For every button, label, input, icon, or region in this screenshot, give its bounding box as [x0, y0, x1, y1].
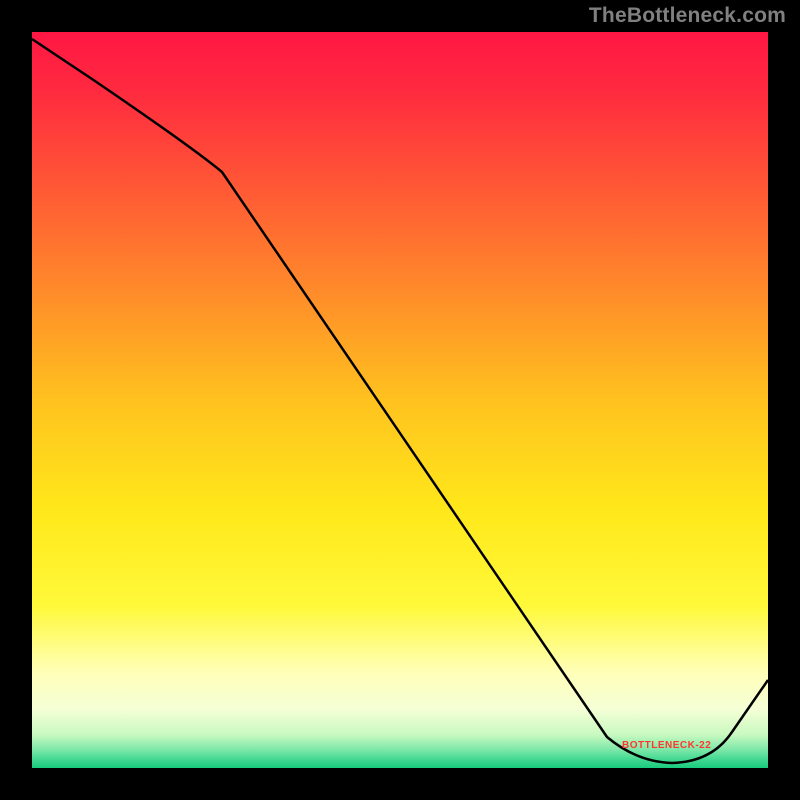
plot-area: BOTTLENECK-22 — [32, 32, 768, 768]
watermark-annotation: BOTTLENECK-22 — [622, 740, 711, 751]
chart-container: TheBottleneck.com — [0, 0, 800, 800]
bottleneck-curve — [32, 32, 768, 768]
attribution-text: TheBottleneck.com — [589, 4, 786, 28]
